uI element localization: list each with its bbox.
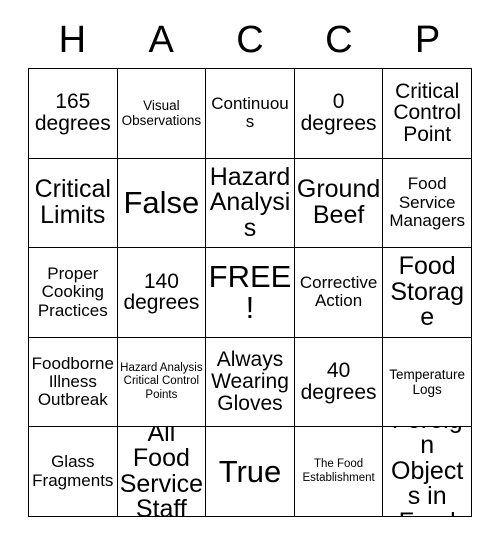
bingo-cell-label: True	[218, 454, 282, 490]
bingo-cell-label: 0 degrees	[300, 90, 377, 136]
bingo-cell[interactable]: Ground Beef	[294, 158, 384, 249]
bingo-cell-label: 40 degrees	[300, 359, 377, 405]
bingo-row: Proper Cooking Practices 140 degrees FRE…	[29, 248, 472, 338]
bingo-header-letter-5: P	[414, 19, 441, 61]
bingo-cell[interactable]: True	[206, 427, 295, 517]
bingo-header-letter-2: A	[148, 19, 174, 61]
bingo-free-label: FREE!	[208, 259, 292, 326]
bingo-cell[interactable]: Proper Cooking Practices	[29, 248, 118, 338]
bingo-cell-label: Corrective Action	[299, 273, 378, 311]
bingo-cell[interactable]: Food Storage	[383, 248, 472, 338]
bingo-cell[interactable]: Food Service Managers	[383, 158, 472, 249]
bingo-cell-label: Ground Beef	[296, 175, 381, 229]
bingo-cell-label: Food Service Managers	[389, 174, 465, 231]
bingo-cell-label: 165 degrees	[34, 90, 111, 136]
bingo-row: Critical Limits False Hazard Analysis Gr…	[29, 158, 472, 249]
bingo-cell[interactable]: 40 degrees	[294, 337, 384, 428]
bingo-cell[interactable]: Critical Limits	[29, 158, 118, 249]
bingo-cell-label: Proper Cooking Practices	[37, 263, 108, 320]
bingo-cell-label: The Food Establishment	[302, 458, 375, 484]
bingo-cell[interactable]: 165 degrees	[29, 69, 118, 159]
bingo-row: Foodborne Illness Outbreak Hazard Analys…	[29, 337, 472, 428]
bingo-cell-label: Hazard Analysis Critical Control Points	[120, 361, 203, 401]
bingo-free-cell[interactable]: FREE!	[206, 248, 295, 338]
bingo-cell[interactable]: Hazard Analysis Critical Control Points	[117, 337, 207, 428]
bingo-cell[interactable]: Corrective Action	[294, 248, 384, 338]
bingo-header-row: H A C C P	[28, 12, 472, 68]
bingo-cell[interactable]: Hazard Analysis	[206, 158, 295, 249]
bingo-cell-label: All Food Service Staff	[119, 427, 204, 517]
bingo-cell[interactable]: Visual Observations	[117, 69, 207, 159]
bingo-cell[interactable]: False	[117, 158, 207, 249]
bingo-cell-label: Critical Limits	[34, 175, 111, 229]
bingo-cell-label: Visual Observations	[121, 97, 202, 129]
bingo-row: Glass Fragments All Food Service Staff T…	[29, 427, 472, 517]
bingo-cell-label: Glass Fragments	[32, 452, 114, 490]
bingo-cell[interactable]: Critical Control Point	[383, 69, 472, 159]
bingo-cell[interactable]: Temperature Logs	[383, 337, 472, 428]
bingo-cell-label: Always Wearing Gloves	[211, 348, 289, 415]
bingo-cell-label: Foreign Objects in Food	[391, 427, 464, 516]
bingo-cell[interactable]: Foodborne Illness Outbreak	[29, 337, 118, 428]
bingo-cell-label: Foodborne Illness Outbreak	[31, 353, 114, 410]
bingo-cell-label: Food Storage	[390, 252, 464, 332]
bingo-cell-label: Hazard Analysis	[209, 162, 291, 242]
bingo-cell[interactable]: All Food Service Staff	[117, 427, 207, 517]
bingo-cell[interactable]: Glass Fragments	[29, 427, 118, 517]
bingo-header-letter-4: C	[325, 19, 353, 61]
bingo-cell[interactable]: 0 degrees	[294, 69, 384, 159]
bingo-cell-label: Temperature Logs	[389, 366, 466, 398]
bingo-cell-label: Continuous	[211, 93, 289, 132]
bingo-card: H A C C P 165 degrees Visual Observation…	[28, 12, 472, 517]
bingo-cell[interactable]: Always Wearing Gloves	[206, 337, 295, 428]
bingo-header-letter-3: C	[236, 19, 264, 61]
bingo-cell[interactable]: Foreign Objects in Food	[383, 427, 472, 517]
bingo-row: 165 degrees Visual Observations Continuo…	[29, 69, 472, 159]
bingo-cell[interactable]: 140 degrees	[117, 248, 207, 338]
bingo-cell[interactable]: Continuous	[206, 69, 295, 159]
bingo-cell[interactable]: The Food Establishment	[294, 427, 384, 517]
bingo-cell-label: False	[123, 185, 200, 221]
bingo-cell-label: Critical Control Point	[393, 79, 462, 147]
bingo-header-letter-1: H	[58, 19, 87, 61]
bingo-grid: 165 degrees Visual Observations Continuo…	[28, 68, 472, 517]
bingo-cell-label: 140 degrees	[123, 269, 200, 315]
